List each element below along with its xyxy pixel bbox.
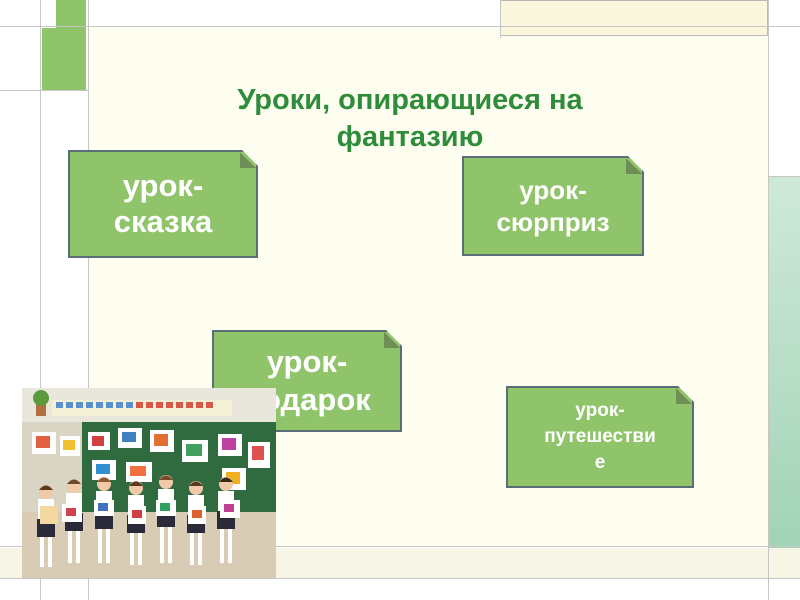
box-lesson-fairy-tale: урок- сказка bbox=[68, 150, 258, 258]
box-label: урок- путешестви е bbox=[544, 400, 656, 473]
frame-line bbox=[0, 578, 800, 579]
frame-line bbox=[0, 90, 88, 91]
decor-green-block-top bbox=[56, 0, 86, 28]
frame-line bbox=[0, 26, 800, 27]
frame-line bbox=[768, 0, 769, 600]
box-lesson-surprise: урок- сюрприз bbox=[462, 156, 644, 256]
decor-green-block bbox=[42, 28, 86, 90]
frame-line bbox=[500, 0, 501, 38]
box-lesson-journey: урок- путешестви е bbox=[506, 386, 694, 488]
box-label: урок- сказка bbox=[113, 168, 213, 239]
classroom-children-photo-icon bbox=[22, 388, 276, 578]
slide-title-text: Уроки, опирающиеся на фантазию bbox=[237, 84, 583, 153]
frame-line bbox=[768, 176, 800, 177]
decor-beige-block bbox=[500, 0, 768, 36]
box-label: урок- сюрприз bbox=[496, 175, 610, 237]
slide-title: Уроки, опирающиеся на фантазию bbox=[150, 82, 670, 156]
classroom-photo bbox=[22, 388, 276, 578]
decor-teal-strip bbox=[768, 176, 800, 572]
